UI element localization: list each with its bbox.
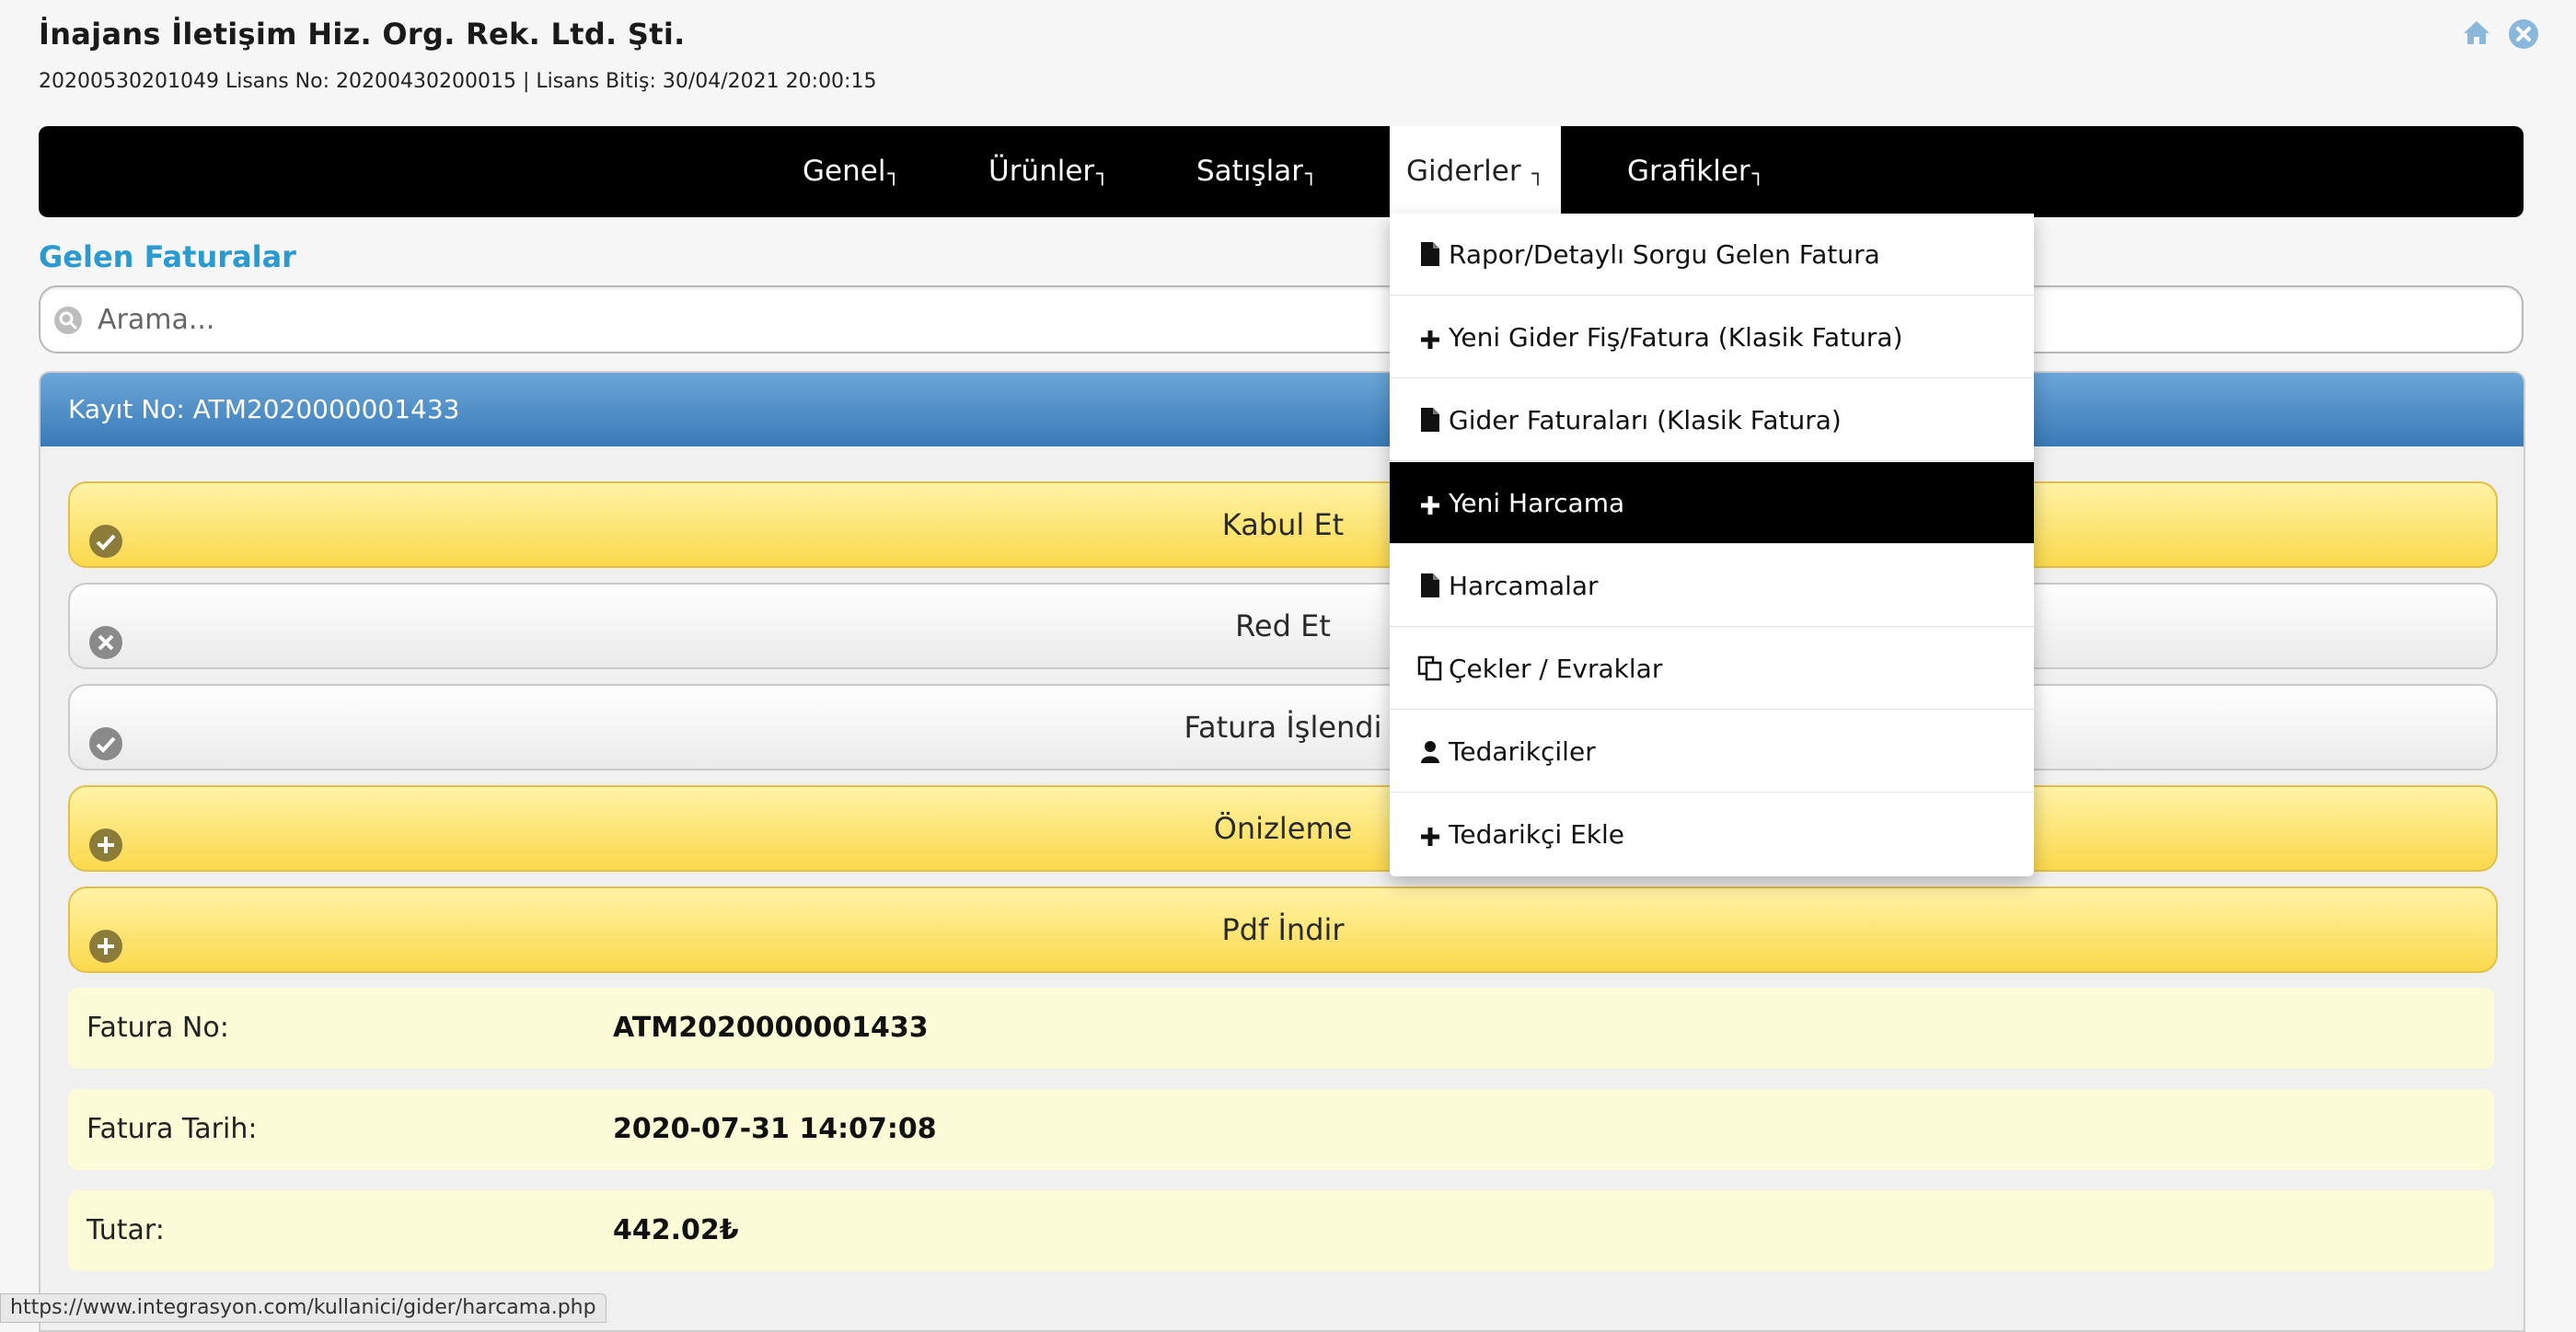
menu-item-label: Çekler / Evraklar bbox=[1449, 654, 1663, 684]
giderler-dropdown-menu: Rapor/Detaylı Sorgu Gelen Fatura Yeni Gi… bbox=[1390, 214, 2034, 876]
nav-label: Ürünler bbox=[988, 155, 1095, 188]
close-circle-icon[interactable] bbox=[2508, 18, 2539, 50]
company-title: İnajans İletişim Hiz. Org. Rek. Ltd. Şti… bbox=[39, 17, 686, 52]
accept-button[interactable]: Kabul Et bbox=[68, 481, 2498, 568]
amount-row: Tutar: 442.02₺ bbox=[68, 1190, 2494, 1271]
menu-item-tedarikci-ekle[interactable]: Tedarikçi Ekle bbox=[1390, 793, 2034, 875]
preview-button[interactable]: Önizleme bbox=[68, 785, 2498, 872]
caret-icon: ┐ bbox=[1751, 163, 1764, 186]
nav-label: Giderler bbox=[1406, 155, 1531, 188]
file-icon bbox=[1417, 545, 1443, 627]
main-navbar: Genel┐ Ürünler┐ Satışlar┐ Giderler ┐ Gra… bbox=[39, 126, 2524, 217]
menu-item-yeni-harcama[interactable]: Yeni Harcama bbox=[1390, 462, 2034, 544]
user-icon bbox=[1417, 711, 1443, 793]
license-info: 20200530201049 Lisans No: 20200430200015… bbox=[39, 70, 877, 93]
plus-circle-icon bbox=[88, 912, 123, 995]
plus-icon bbox=[1417, 296, 1443, 378]
menu-item-yeni-gider-fis[interactable]: Yeni Gider Fiş/Fatura (Klasik Fatura) bbox=[1390, 296, 2034, 378]
invoice-number-row: Fatura No: ATM2020000001433 bbox=[68, 988, 2494, 1069]
button-label: Red Et bbox=[1235, 608, 1331, 643]
invoice-panel: Kayıt No: ATM2020000001433 Kabul Et Red … bbox=[39, 371, 2525, 1332]
button-label: Pdf İndir bbox=[1221, 912, 1345, 947]
page-title: Gelen Faturalar bbox=[39, 239, 296, 274]
file-icon bbox=[1417, 214, 1443, 295]
menu-item-label: Rapor/Detaylı Sorgu Gelen Fatura bbox=[1449, 239, 1880, 270]
info-value: 2020-07-31 14:07:08 bbox=[613, 1113, 937, 1145]
menu-item-label: Gider Faturaları (Klasik Fatura) bbox=[1449, 405, 1842, 435]
nav-label: Grafikler bbox=[1627, 155, 1750, 188]
menu-item-cekler-evraklar[interactable]: Çekler / Evraklar bbox=[1390, 628, 2034, 710]
search-input[interactable] bbox=[96, 296, 2492, 342]
info-value: 442.02₺ bbox=[613, 1214, 739, 1246]
button-label: Önizleme bbox=[1213, 811, 1353, 846]
menu-item-label: Yeni Harcama bbox=[1449, 488, 1625, 518]
caret-icon: ┐ bbox=[887, 163, 900, 186]
status-bar-url: https://www.integrasyon.com/kullanici/gi… bbox=[0, 1293, 606, 1323]
reject-button[interactable]: Red Et bbox=[68, 583, 2498, 669]
nav-label: Genel bbox=[803, 155, 886, 188]
check-circle-icon bbox=[88, 507, 123, 590]
nav-item-satislar[interactable]: Satışlar┐ bbox=[1196, 126, 1317, 217]
info-label: Fatura No: bbox=[87, 1012, 229, 1044]
menu-item-harcamalar[interactable]: Harcamalar bbox=[1390, 545, 2034, 627]
info-label: Tutar: bbox=[87, 1214, 165, 1246]
panel-header: Kayıt No: ATM2020000001433 bbox=[40, 373, 2524, 446]
nav-item-genel[interactable]: Genel┐ bbox=[803, 126, 900, 217]
plus-circle-icon bbox=[88, 811, 123, 894]
top-icons bbox=[2462, 18, 2539, 50]
menu-item-gelen-fatura-sorgu[interactable]: Rapor/Detaylı Sorgu Gelen Fatura bbox=[1390, 214, 2034, 295]
caret-icon: ┐ bbox=[1304, 163, 1318, 186]
check-circle-icon bbox=[88, 710, 123, 793]
plus-icon bbox=[1417, 462, 1443, 544]
search-icon bbox=[53, 306, 83, 339]
nav-item-grafikler[interactable]: Grafikler┐ bbox=[1627, 126, 1764, 217]
nav-item-giderler[interactable]: Giderler ┐ bbox=[1390, 126, 1561, 217]
processed-button[interactable]: Fatura İşlendi bbox=[68, 684, 2498, 770]
home-icon[interactable] bbox=[2462, 18, 2491, 50]
menu-item-label: Tedarikçi Ekle bbox=[1449, 819, 1624, 850]
nav-label: Satışlar bbox=[1196, 155, 1303, 188]
search-box bbox=[39, 285, 2524, 353]
file-icon bbox=[1417, 379, 1443, 461]
menu-item-label: Tedarikçiler bbox=[1449, 736, 1596, 767]
button-label: Fatura İşlendi bbox=[1184, 710, 1382, 745]
invoice-date-row: Fatura Tarih: 2020-07-31 14:07:08 bbox=[68, 1089, 2494, 1170]
pdf-download-button[interactable]: Pdf İndir bbox=[68, 886, 2498, 973]
info-label: Fatura Tarih: bbox=[87, 1113, 258, 1145]
x-circle-icon bbox=[88, 608, 123, 691]
caret-icon: ┐ bbox=[1096, 163, 1109, 186]
nav-item-urunler[interactable]: Ürünler┐ bbox=[988, 126, 1108, 217]
menu-item-tedarikciler[interactable]: Tedarikçiler bbox=[1390, 711, 2034, 793]
menu-item-gider-faturalari[interactable]: Gider Faturaları (Klasik Fatura) bbox=[1390, 379, 2034, 461]
plus-icon bbox=[1417, 793, 1443, 875]
caret-icon: ┐ bbox=[1531, 163, 1544, 186]
copy-icon bbox=[1417, 628, 1443, 710]
button-label: Kabul Et bbox=[1221, 507, 1345, 542]
menu-item-label: Yeni Gider Fiş/Fatura (Klasik Fatura) bbox=[1449, 322, 1903, 353]
info-value: ATM2020000001433 bbox=[613, 1012, 929, 1044]
menu-item-label: Harcamalar bbox=[1449, 571, 1599, 601]
